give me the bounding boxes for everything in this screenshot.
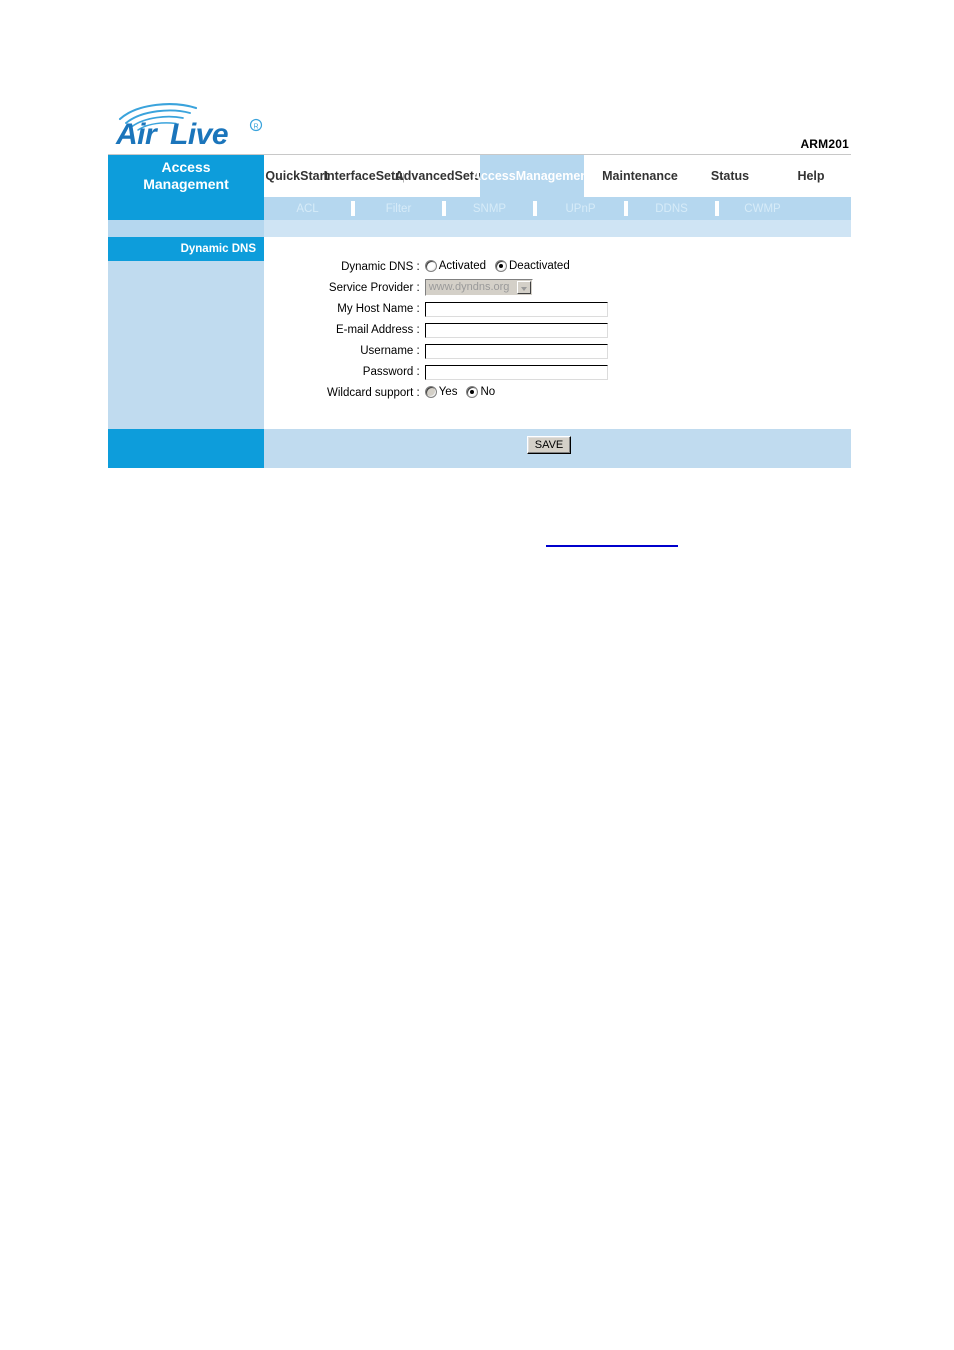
nav-item-access-management-line1: Access bbox=[471, 168, 516, 183]
airlive-logo: Air Live R bbox=[112, 99, 282, 151]
service-provider-selected-value: www.dyndns.org bbox=[428, 280, 510, 293]
spacer-strip bbox=[108, 220, 851, 237]
password-label: Password : bbox=[362, 365, 420, 378]
spacer-strip-right bbox=[264, 220, 851, 237]
sub-tab-acl[interactable]: ACL bbox=[264, 197, 351, 220]
nav-item-access-management-line2: Management bbox=[515, 168, 593, 183]
wildcard-support-yes-radio[interactable] bbox=[424, 386, 437, 399]
email-address-label: E-mail Address : bbox=[335, 323, 420, 336]
router-web-ui: Air Live R ARM201 Access Management Quic… bbox=[108, 95, 851, 468]
dynamic-dns-deactivated-label: Deactivated bbox=[509, 260, 570, 273]
dynamic-dns-field: Activated Deactivated bbox=[424, 256, 608, 277]
content-panel: Dynamic DNS Dynamic DNS : Activated Deact… bbox=[108, 237, 851, 429]
nav-item-help[interactable]: Help bbox=[771, 155, 851, 197]
svg-text:Live: Live bbox=[170, 118, 228, 149]
dynamic-dns-label: Dynamic DNS : bbox=[341, 260, 420, 273]
nav-item-quick-start-line1: Quick bbox=[265, 168, 301, 183]
nav-item-maintenance[interactable]: Maintenance bbox=[584, 155, 696, 197]
sub-tab-filler bbox=[806, 197, 851, 220]
password-input[interactable] bbox=[424, 365, 608, 380]
my-host-name-label: My Host Name : bbox=[337, 302, 420, 315]
panel-sidebar: Dynamic DNS bbox=[108, 237, 264, 429]
form-row-dynamic-dns: Dynamic DNS : Activated Deactivated bbox=[327, 256, 608, 277]
nav-item-interface-setup-line1: Interface bbox=[323, 168, 376, 183]
nav-item-status-label: Status bbox=[710, 168, 750, 183]
nav-items: Quick Start Interface Setup Advanced Set… bbox=[264, 155, 851, 197]
dynamic-dns-form: Dynamic DNS : Activated Deactivated Servi… bbox=[327, 256, 608, 403]
form-row-username: Username : bbox=[327, 340, 608, 361]
dynamic-dns-activated-radio[interactable] bbox=[424, 260, 437, 273]
brand-line-1: Access bbox=[161, 159, 211, 175]
nav-item-access-management[interactable]: Access Management bbox=[472, 155, 592, 197]
wildcard-support-no-label: No bbox=[480, 386, 496, 399]
form-row-service-provider: Service Provider : www.dyndns.org bbox=[327, 277, 608, 298]
nav-item-maintenance-label: Maintenance bbox=[602, 168, 678, 183]
sub-tab-bar: ACL Filter SNMP UPnP DDNS CWMP bbox=[108, 197, 851, 220]
username-label: Username : bbox=[360, 344, 420, 357]
form-row-my-host-name: My Host Name : bbox=[327, 298, 608, 319]
sub-tab-cwmp[interactable]: CWMP bbox=[719, 197, 806, 220]
footer-bar-right: SAVE bbox=[264, 429, 851, 468]
sub-tab-upnp[interactable]: UPnP bbox=[537, 197, 624, 220]
sub-tab-items: ACL Filter SNMP UPnP DDNS CWMP bbox=[264, 197, 851, 220]
model-name: ARM201 bbox=[800, 137, 849, 151]
svg-text:R: R bbox=[253, 124, 258, 131]
email-address-input[interactable] bbox=[424, 323, 608, 338]
panel-form-area: Dynamic DNS : Activated Deactivated Servi… bbox=[264, 237, 851, 429]
brand-block: Access Management bbox=[108, 155, 264, 197]
my-host-name-input[interactable] bbox=[424, 302, 608, 317]
username-field bbox=[424, 340, 608, 361]
username-input[interactable] bbox=[424, 344, 608, 359]
service-provider-label: Service Provider : bbox=[328, 281, 420, 294]
nav-item-status[interactable]: Status bbox=[696, 155, 764, 197]
sub-tab-ddns[interactable]: DDNS bbox=[628, 197, 715, 220]
chevron-down-icon[interactable] bbox=[516, 280, 531, 294]
sub-tab-snmp[interactable]: SNMP bbox=[446, 197, 533, 220]
header-band: Air Live R ARM201 bbox=[108, 95, 851, 155]
dynamic-dns-deactivated-radio[interactable] bbox=[495, 260, 507, 273]
spacer-strip-left bbox=[108, 220, 264, 237]
email-address-field bbox=[424, 319, 608, 340]
save-button[interactable]: SAVE bbox=[527, 436, 571, 454]
service-provider-select[interactable]: www.dyndns.org bbox=[424, 278, 533, 296]
empty-hyperlink-underline[interactable] bbox=[546, 545, 678, 547]
sub-tab-filter[interactable]: Filter bbox=[355, 197, 442, 220]
nav-item-quick-start[interactable]: Quick Start bbox=[264, 155, 330, 197]
nav-item-advanced-setup-line1: Advanced bbox=[394, 168, 455, 183]
nav-item-advanced-setup[interactable]: Advanced Setup bbox=[395, 155, 489, 197]
form-row-password: Password : bbox=[327, 361, 608, 382]
main-navigation: Access Management Quick Start Interface … bbox=[108, 155, 851, 197]
wildcard-support-no-radio[interactable] bbox=[466, 386, 479, 399]
form-row-wildcard-support: Wildcard support : Yes No bbox=[327, 382, 608, 403]
service-provider-field: www.dyndns.org bbox=[424, 277, 608, 298]
my-host-name-field bbox=[424, 298, 608, 319]
section-title: Dynamic DNS bbox=[108, 237, 264, 261]
form-row-email-address: E-mail Address : bbox=[327, 319, 608, 340]
wildcard-support-label: Wildcard support : bbox=[327, 386, 420, 399]
svg-text:Air: Air bbox=[115, 118, 159, 149]
nav-item-help-label: Help bbox=[797, 168, 825, 183]
nav-item-interface-setup[interactable]: Interface Setup bbox=[324, 155, 410, 197]
wildcard-support-yes-label: Yes bbox=[438, 386, 458, 399]
panel-sidebar-body bbox=[108, 261, 264, 429]
brand-line-2: Management bbox=[143, 176, 229, 192]
password-field bbox=[424, 361, 608, 382]
wildcard-support-field: Yes No bbox=[424, 382, 608, 403]
footer-bar-left bbox=[108, 429, 264, 468]
footer-bar: SAVE bbox=[108, 429, 851, 468]
dynamic-dns-activated-label: Activated bbox=[438, 260, 486, 273]
sub-tab-brand-spacer bbox=[108, 197, 264, 220]
